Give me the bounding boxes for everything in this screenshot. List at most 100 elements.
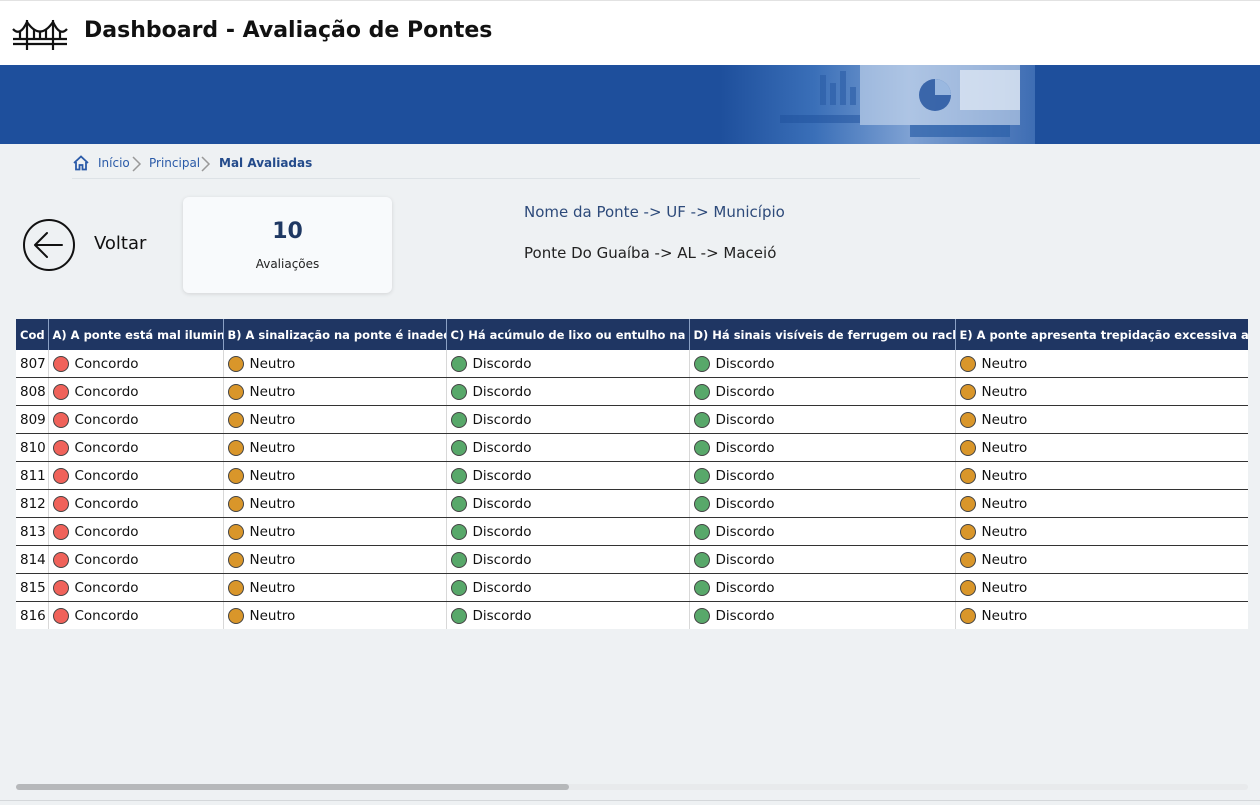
- answer-cell: Discordo: [446, 489, 690, 518]
- status-dot-icon: [52, 523, 69, 540]
- answer-cell: Discordo: [689, 377, 956, 406]
- column-header-question[interactable]: D) Há sinais visíveis de ferrugem ou rac…: [689, 319, 956, 350]
- status-dot-icon: [693, 523, 710, 540]
- status-dot-icon: [693, 467, 710, 484]
- breadcrumb-principal[interactable]: Principal: [149, 156, 200, 170]
- answer-text: Neutro: [981, 579, 1028, 596]
- answer-cell: Neutro: [955, 545, 1248, 574]
- column-header-question[interactable]: C) Há acúmulo de lixo ou entulho na pont…: [446, 319, 690, 350]
- answer-cell: Concordo: [48, 489, 224, 518]
- status-dot-icon: [693, 439, 710, 456]
- answer-cell: Discordo: [689, 489, 956, 518]
- status-dot-icon: [959, 467, 976, 484]
- breadcrumb-mal-avaliadas[interactable]: Mal Avaliadas: [219, 156, 312, 170]
- status-dot-icon: [959, 439, 976, 456]
- answer-cell: Neutro: [223, 350, 447, 378]
- answer-text: Discordo: [472, 495, 532, 512]
- back-arrow-button[interactable]: [22, 218, 76, 272]
- answer-text: Discordo: [715, 383, 775, 400]
- back-label[interactable]: Voltar: [94, 233, 146, 254]
- evaluations-table-container: CodA) A ponte está mal iluminada?B) A si…: [16, 319, 1248, 630]
- table-header-row: CodA) A ponte está mal iluminada?B) A si…: [16, 319, 1248, 350]
- answer-text: Neutro: [249, 579, 296, 596]
- answer-text: Neutro: [249, 411, 296, 428]
- answer-cell: Neutro: [223, 461, 447, 490]
- table-row[interactable]: 811 Concordo Neutro Discordo Discordo Neutro: [16, 461, 1248, 490]
- answer-text: Concordo: [74, 467, 139, 484]
- answer-text: Concordo: [74, 355, 139, 372]
- table-row[interactable]: 814 Concordo Neutro Discordo Discordo Neutro: [16, 545, 1248, 574]
- status-dot-icon: [693, 579, 710, 596]
- answer-text: Neutro: [981, 439, 1028, 456]
- status-dot-icon: [450, 607, 467, 624]
- status-dot-icon: [227, 411, 244, 428]
- table-row[interactable]: 813 Concordo Neutro Discordo Discordo Neutro: [16, 517, 1248, 546]
- answer-cell: Concordo: [48, 517, 224, 546]
- answer-text: Concordo: [74, 495, 139, 512]
- answer-text: Discordo: [715, 607, 775, 624]
- status-dot-icon: [52, 495, 69, 512]
- answer-cell: Neutro: [223, 545, 447, 574]
- bridge-icon: [12, 19, 68, 50]
- status-dot-icon: [227, 495, 244, 512]
- column-header-question[interactable]: A) A ponte está mal iluminada?: [48, 319, 224, 350]
- answer-text: Discordo: [715, 495, 775, 512]
- table-row[interactable]: 807 Concordo Neutro Discordo Discordo Neutro: [16, 350, 1248, 378]
- status-dot-icon: [959, 579, 976, 596]
- answer-cell: Discordo: [446, 405, 690, 434]
- table-row[interactable]: 808 Concordo Neutro Discordo Discordo Neutro: [16, 377, 1248, 406]
- answer-text: Neutro: [981, 411, 1028, 428]
- table-row[interactable]: 810 Concordo Neutro Discordo Discordo Neutro: [16, 433, 1248, 462]
- table-row[interactable]: 815 Concordo Neutro Discordo Discordo Neutro: [16, 573, 1248, 602]
- status-dot-icon: [450, 411, 467, 428]
- status-dot-icon: [693, 355, 710, 372]
- answer-text: Neutro: [981, 467, 1028, 484]
- answer-cell: Discordo: [446, 517, 690, 546]
- answer-text: Discordo: [472, 467, 532, 484]
- answer-cell: Neutro: [955, 405, 1248, 434]
- status-dot-icon: [52, 607, 69, 624]
- answer-text: Concordo: [74, 607, 139, 624]
- table-row[interactable]: 816 Concordo Neutro Discordo Discordo Neutro: [16, 601, 1248, 629]
- breadcrumb-inicio[interactable]: Início: [98, 156, 130, 170]
- table-row[interactable]: 812 Concordo Neutro Discordo Discordo Neutro: [16, 489, 1248, 518]
- answer-cell: Neutro: [223, 573, 447, 602]
- answer-cell: Discordo: [689, 461, 956, 490]
- answer-text: Discordo: [715, 551, 775, 568]
- answer-text: Neutro: [249, 439, 296, 456]
- breadcrumb: Início Principal Mal Avaliadas: [72, 154, 920, 179]
- column-header-question[interactable]: B) A sinalização na ponte é inadequada?: [223, 319, 447, 350]
- home-icon[interactable]: [72, 154, 90, 172]
- answer-text: Discordo: [472, 383, 532, 400]
- column-header-question[interactable]: E) A ponte apresenta trepidação excessiv…: [955, 319, 1248, 350]
- header-banner: [0, 65, 1260, 144]
- status-dot-icon: [227, 523, 244, 540]
- status-dot-icon: [959, 523, 976, 540]
- answer-cell: Neutro: [223, 377, 447, 406]
- answer-cell: Neutro: [223, 517, 447, 546]
- horizontal-scrollbar[interactable]: [16, 784, 1248, 790]
- answer-cell: Neutro: [955, 573, 1248, 602]
- answer-text: Discordo: [472, 523, 532, 540]
- scrollbar-thumb[interactable]: [16, 784, 569, 790]
- answer-cell: Neutro: [223, 433, 447, 462]
- status-dot-icon: [693, 607, 710, 624]
- answer-cell: Discordo: [446, 545, 690, 574]
- chevron-right-icon: [201, 156, 211, 172]
- answer-cell: Discordo: [689, 601, 956, 629]
- evaluation-count-card: 10 Avaliações: [183, 197, 392, 293]
- answer-text: Concordo: [74, 411, 139, 428]
- answer-text: Discordo: [472, 355, 532, 372]
- answer-cell: Discordo: [446, 573, 690, 602]
- status-dot-icon: [693, 495, 710, 512]
- table-row[interactable]: 809 Concordo Neutro Discordo Discordo Neutro: [16, 405, 1248, 434]
- cod-cell: 816: [16, 601, 49, 629]
- answer-cell: Neutro: [955, 377, 1248, 406]
- answer-cell: Neutro: [223, 405, 447, 434]
- answer-text: Concordo: [74, 551, 139, 568]
- answer-cell: Concordo: [48, 461, 224, 490]
- answer-cell: Neutro: [955, 489, 1248, 518]
- answer-text: Neutro: [249, 355, 296, 372]
- status-dot-icon: [227, 383, 244, 400]
- column-header-cod[interactable]: Cod: [16, 319, 49, 350]
